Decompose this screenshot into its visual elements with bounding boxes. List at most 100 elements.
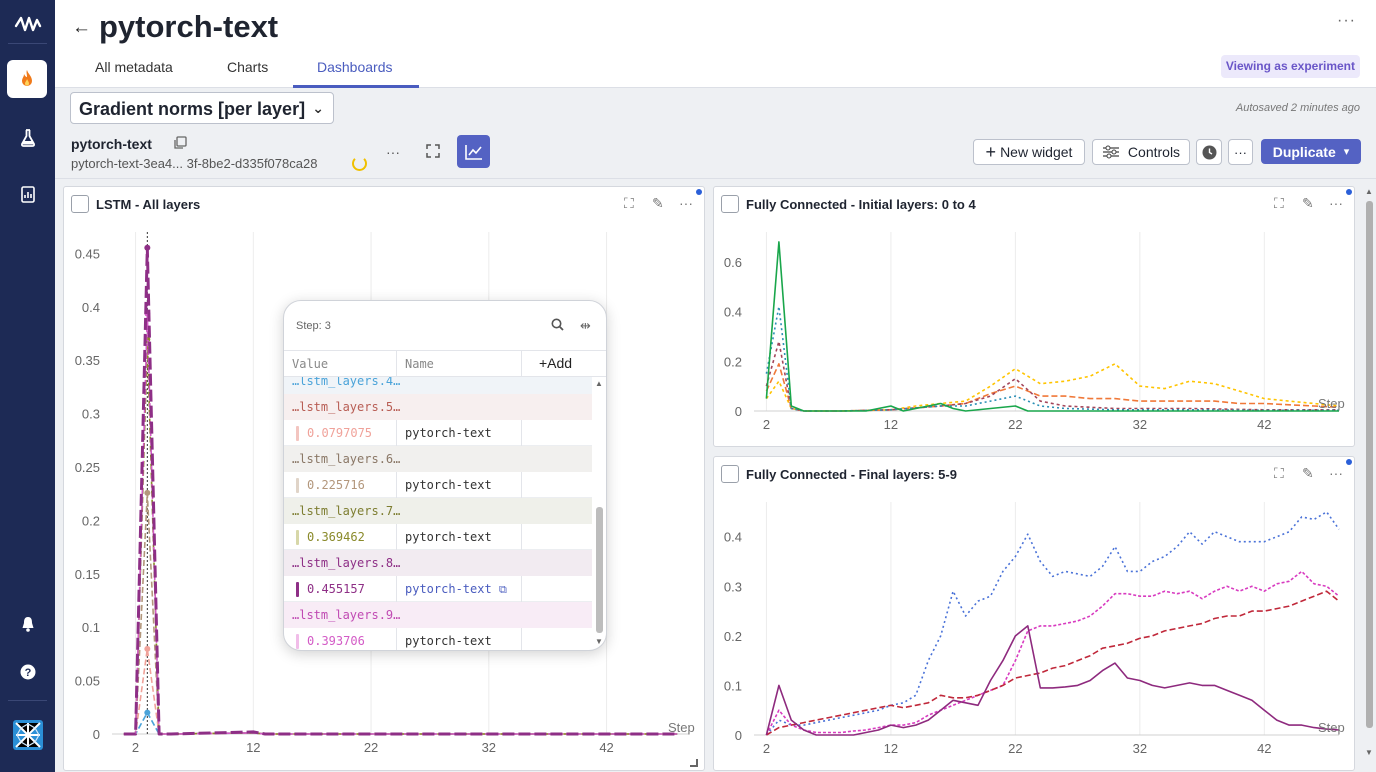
sidebar-divider bbox=[8, 700, 47, 701]
group-label: …lstm_layers.5… bbox=[292, 400, 401, 414]
column-divider bbox=[396, 420, 397, 446]
row-name-link[interactable]: pytorch-text ⧉ bbox=[405, 582, 507, 597]
expand-icon[interactable] bbox=[426, 144, 440, 161]
x-tick-label: 12 bbox=[246, 740, 260, 755]
controls-button[interactable]: Controls bbox=[1092, 139, 1190, 165]
scroll-down-icon[interactable]: ▼ bbox=[1365, 748, 1373, 757]
tooltip-scrollbar[interactable]: ▲ ▼ bbox=[594, 377, 604, 647]
chart-hover-tooltip: Step: 3 ⇹ Value Name +Add …lstm_layers.4… bbox=[283, 300, 607, 651]
y-tick-label: 0.1 bbox=[82, 620, 100, 635]
x-tick-label: 32 bbox=[1133, 741, 1147, 756]
hover-point bbox=[144, 489, 151, 496]
scroll-down-icon[interactable]: ▼ bbox=[595, 637, 603, 646]
copy-icon[interactable] bbox=[173, 136, 187, 153]
flask-icon[interactable] bbox=[0, 124, 55, 152]
more-options-icon[interactable]: ··· bbox=[1337, 12, 1356, 30]
tooltip-header: Value Name +Add bbox=[284, 350, 606, 378]
loading-spinner-icon bbox=[352, 156, 367, 171]
row-name: pytorch-text bbox=[405, 634, 492, 648]
fc-final-chart[interactable]: 2 12 22 32 42 0 0.1 0.2 0.3 0.4 bbox=[714, 457, 1355, 771]
tooltip-group: …lstm_layers.7… bbox=[284, 498, 592, 524]
y-tick-label: 0.4 bbox=[724, 530, 742, 545]
scroll-up-icon[interactable]: ▲ bbox=[1365, 187, 1373, 196]
row-value: 0.225716 bbox=[307, 478, 365, 492]
scroll-up-icon[interactable]: ▲ bbox=[595, 379, 603, 388]
tooltip-body: …lstm_layers.4… …lstm_layers.5… 0.079707… bbox=[284, 377, 592, 650]
dashboard-select[interactable]: Gradient norms [per layer] ⌄ bbox=[70, 92, 334, 124]
fc-initial-chart[interactable]: 2 12 22 32 42 0 0.2 0.4 0.6 bbox=[714, 187, 1355, 447]
page-scrollbar[interactable]: ▲ ▼ bbox=[1365, 187, 1374, 757]
series-swatch bbox=[296, 634, 299, 649]
tab-charts[interactable]: Charts bbox=[227, 59, 268, 75]
x-axis-label: Step bbox=[1318, 720, 1345, 735]
y-tick-label: 0.45 bbox=[75, 246, 100, 261]
series-line bbox=[123, 648, 678, 735]
y-tick-label: 0.2 bbox=[724, 354, 742, 369]
column-divider bbox=[396, 576, 397, 602]
group-label: …lstm_layers.4… bbox=[292, 377, 401, 388]
page-scrollbar-thumb[interactable] bbox=[1366, 201, 1373, 728]
report-icon[interactable] bbox=[0, 180, 55, 208]
tooltip-group: …lstm_layers.6… bbox=[284, 446, 592, 472]
add-column-button[interactable]: +Add bbox=[539, 355, 572, 371]
page-title: pytorch-text bbox=[99, 9, 279, 44]
group-label: …lstm_layers.9… bbox=[292, 608, 401, 622]
more-options-icon[interactable]: ··· bbox=[386, 144, 400, 160]
page-header: ← pytorch-text ··· All metadata Charts D… bbox=[55, 0, 1376, 88]
column-value: Value bbox=[292, 357, 329, 371]
column-divider bbox=[396, 472, 397, 498]
group-label: …lstm_layers.6… bbox=[292, 452, 401, 466]
widget-fc-final[interactable]: Fully Connected - Final layers: 5-9 ⛶ ✎ … bbox=[713, 456, 1355, 771]
row-name: pytorch-text bbox=[405, 530, 492, 544]
external-link-icon[interactable]: ⧉ bbox=[499, 583, 507, 596]
row-name: pytorch-text bbox=[405, 582, 492, 596]
hover-point bbox=[144, 645, 151, 652]
line-chart-icon bbox=[464, 144, 482, 160]
x-tick-label: 2 bbox=[132, 740, 139, 755]
chart-view-toggle[interactable] bbox=[457, 135, 490, 168]
x-tick-label: 22 bbox=[364, 740, 378, 755]
more-actions-button[interactable]: ··· bbox=[1228, 139, 1253, 165]
tooltip-group: …lstm_layers.4… bbox=[284, 377, 592, 394]
workspace-avatar[interactable] bbox=[0, 719, 55, 751]
widget-fc-initial[interactable]: Fully Connected - Initial layers: 0 to 4… bbox=[713, 186, 1355, 447]
y-tick-label: 0.2 bbox=[724, 629, 742, 644]
tab-all-metadata[interactable]: All metadata bbox=[95, 59, 173, 75]
sidebar-item-project[interactable] bbox=[7, 60, 47, 98]
column-divider bbox=[396, 628, 397, 650]
experiment-name: pytorch-text bbox=[71, 136, 152, 152]
resize-handle-icon[interactable] bbox=[690, 759, 698, 767]
x-tick-label: 12 bbox=[884, 417, 898, 432]
x-tick-label: 22 bbox=[1008, 417, 1022, 432]
hover-point bbox=[144, 244, 151, 251]
tooltip-scrollbar-thumb[interactable] bbox=[596, 507, 603, 633]
chevron-down-icon: ▾ bbox=[1343, 146, 1350, 158]
duplicate-button[interactable]: Duplicate ▾ bbox=[1261, 139, 1361, 164]
y-tick-label: 0.05 bbox=[75, 674, 100, 689]
svg-text:?: ? bbox=[24, 667, 31, 679]
y-tick-label: 0 bbox=[735, 404, 742, 419]
search-icon[interactable] bbox=[551, 318, 564, 334]
y-tick-label: 0.3 bbox=[724, 579, 742, 594]
history-button[interactable] bbox=[1196, 139, 1222, 165]
help-icon[interactable]: ? bbox=[0, 658, 55, 686]
column-divider bbox=[521, 472, 522, 498]
y-tick-label: 0 bbox=[735, 728, 742, 743]
column-divider bbox=[396, 351, 397, 378]
y-tick-label: 0.4 bbox=[724, 305, 742, 320]
row-name: pytorch-text bbox=[405, 478, 492, 492]
series-line bbox=[765, 340, 1339, 412]
back-arrow-icon[interactable]: ← bbox=[72, 17, 91, 39]
series-line bbox=[765, 590, 1340, 736]
app-logo-icon[interactable] bbox=[13, 12, 43, 40]
new-widget-button[interactable]: + New widget bbox=[973, 139, 1085, 165]
series-swatch bbox=[296, 426, 299, 441]
tab-dashboards[interactable]: Dashboards bbox=[317, 59, 393, 75]
column-divider bbox=[521, 351, 522, 378]
row-value: 0.0797075 bbox=[307, 426, 373, 440]
x-tick-label: 2 bbox=[763, 741, 770, 756]
bell-icon[interactable] bbox=[0, 610, 55, 638]
new-widget-label: New widget bbox=[1000, 144, 1073, 160]
plus-icon: + bbox=[985, 142, 997, 162]
collapse-icon[interactable]: ⇹ bbox=[580, 318, 591, 334]
